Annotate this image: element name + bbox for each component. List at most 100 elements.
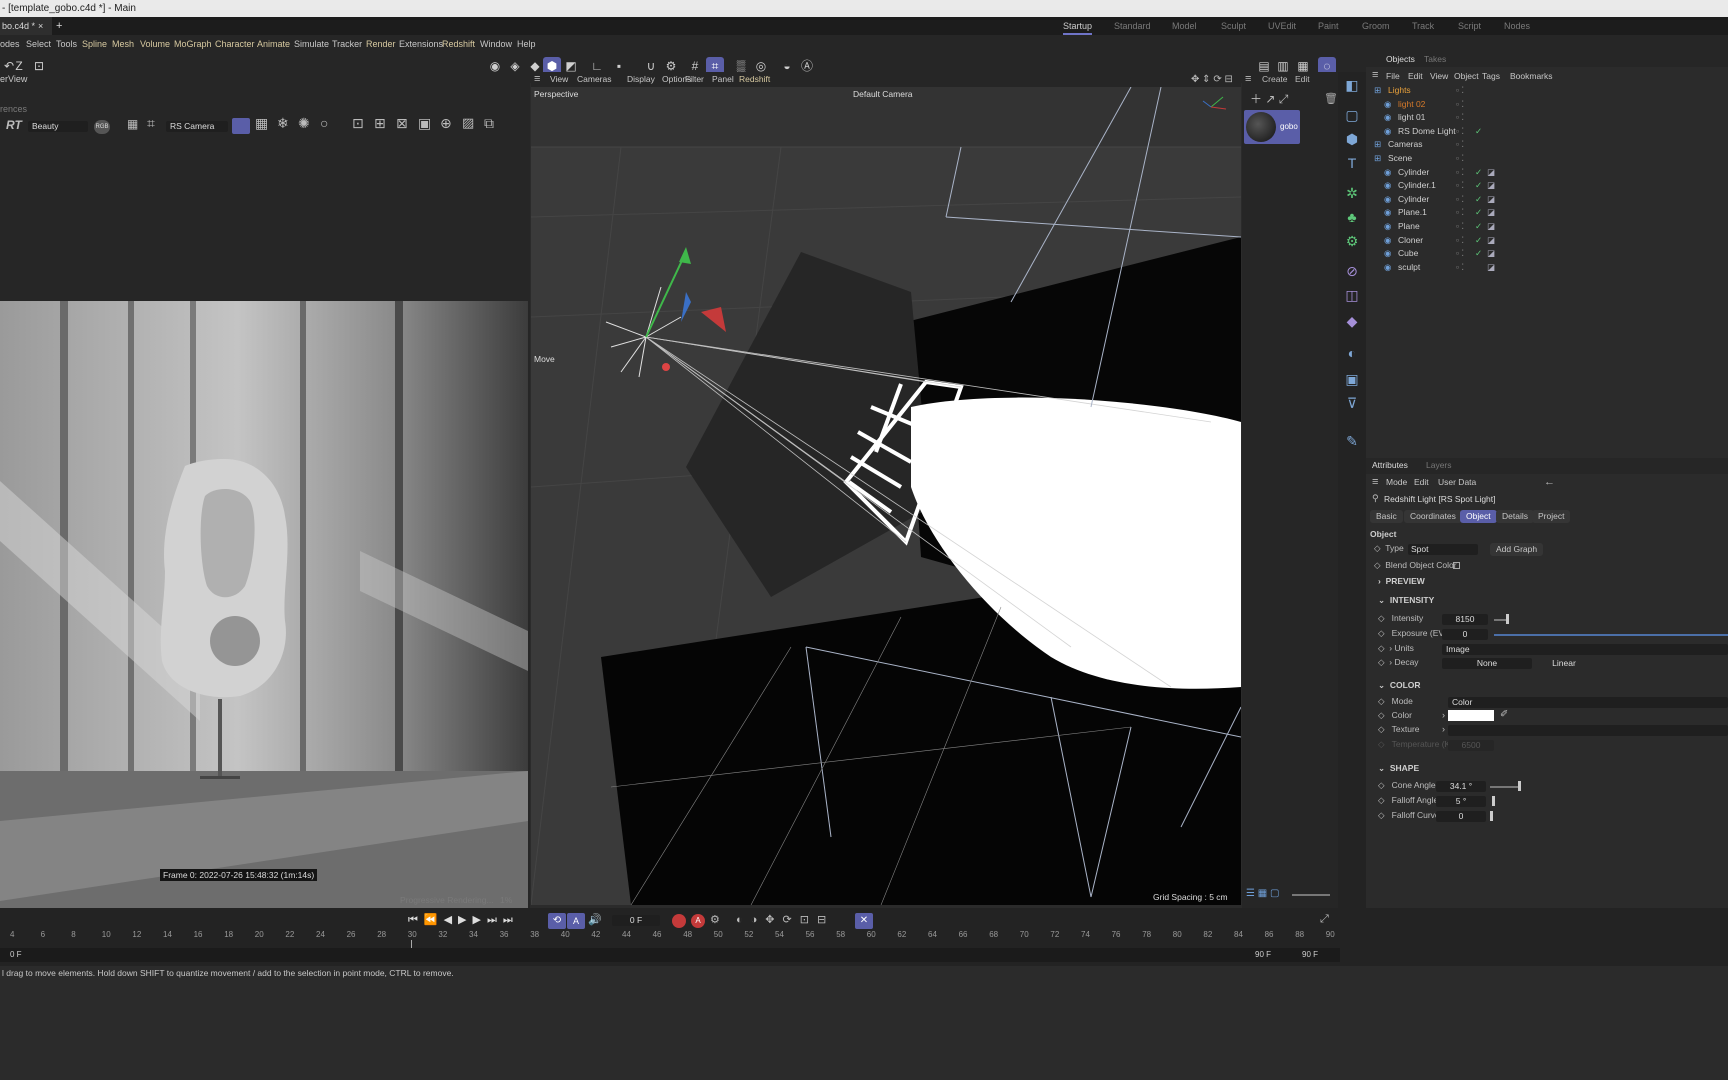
enabled-check-icon[interactable]: ✓ bbox=[1475, 166, 1482, 180]
menu-redshift[interactable]: Redshift bbox=[442, 35, 475, 53]
layout-tab-standard[interactable]: Standard bbox=[1114, 17, 1151, 35]
layout-tab-sculpt[interactable]: Sculpt bbox=[1221, 17, 1246, 35]
tag-icon[interactable]: ◪ bbox=[1487, 193, 1495, 207]
aov-select[interactable]: Beauty bbox=[28, 121, 88, 132]
decay-type-select[interactable]: Linear bbox=[1534, 658, 1594, 669]
section-preview[interactable]: › PREVIEW bbox=[1378, 576, 1425, 586]
focus-icon[interactable]: ⊡ bbox=[352, 115, 364, 132]
snapshot-icon[interactable]: ⊕ bbox=[440, 115, 452, 132]
3d-viewport[interactable]: Perspective Default Camera Move Grid Spa… bbox=[531, 87, 1241, 905]
visibility-toggle[interactable]: ▫ ⁚ bbox=[1456, 234, 1464, 248]
viewport-menu-filter[interactable]: Filter bbox=[685, 74, 704, 84]
attr-tab-details[interactable]: Details bbox=[1496, 510, 1534, 523]
camera-label[interactable]: Default Camera bbox=[853, 89, 913, 99]
cone-angle-field[interactable]: 34.1 ° bbox=[1436, 781, 1486, 792]
layout-tab-paint[interactable]: Paint bbox=[1318, 17, 1339, 35]
object-name[interactable]: Lights bbox=[1388, 84, 1411, 98]
exposure-slider[interactable] bbox=[1494, 634, 1728, 636]
viewport-menu-display[interactable]: Display bbox=[627, 74, 655, 84]
tab-objects[interactable]: Objects bbox=[1386, 54, 1415, 64]
section-color[interactable]: ⌄ COLOR bbox=[1378, 680, 1421, 691]
current-frame-field[interactable]: 0 F bbox=[612, 915, 660, 926]
object-name[interactable]: Cameras bbox=[1388, 138, 1422, 152]
menu-tracker[interactable]: Tracker bbox=[332, 35, 362, 53]
cube-primitive-icon[interactable]: ◧ bbox=[1341, 74, 1363, 96]
circle-icon[interactable]: ○ bbox=[320, 115, 328, 131]
visibility-toggle[interactable]: ▫ ⁚ bbox=[1456, 261, 1464, 275]
points-mode-icon[interactable]: ◉ bbox=[486, 57, 504, 75]
attributes-menu-edit[interactable]: Edit bbox=[1414, 477, 1429, 487]
color-swatch[interactable] bbox=[1448, 710, 1494, 721]
volume-icon[interactable]: ◆ bbox=[1341, 310, 1363, 332]
menu-mograph[interactable]: MoGraph bbox=[174, 35, 212, 53]
viewport-nav-icons[interactable]: ✥ ⇕ ⟳ ⊟ bbox=[1191, 72, 1233, 87]
tools-icon[interactable]: ✎ bbox=[1341, 430, 1363, 452]
menu-character[interactable]: Character bbox=[215, 35, 255, 53]
hamburger-icon[interactable]: ≡ bbox=[1245, 73, 1251, 85]
snowflake-icon[interactable]: ❄ bbox=[277, 115, 289, 132]
visibility-toggle[interactable]: ▫ ⁚ bbox=[1456, 247, 1464, 261]
loop-icon[interactable]: ⟲ bbox=[548, 913, 566, 929]
view-mode-icons[interactable]: ☰ ▦ ▢ bbox=[1246, 888, 1279, 899]
deformer-gear-icon[interactable]: ⚙ bbox=[1341, 230, 1363, 252]
cube-icon[interactable]: ⬢ bbox=[1341, 128, 1363, 150]
objects-menu-object[interactable]: Object bbox=[1454, 71, 1479, 81]
material-gobo[interactable]: gobo bbox=[1244, 110, 1300, 144]
text-icon[interactable]: T bbox=[1341, 152, 1363, 174]
timeline-ruler[interactable]: 4 6 8 10 12 14 16 18 20 22 24 26 28 30 32 34 36 38 40 42 44 4… bbox=[0, 930, 1340, 944]
layout-tab-model[interactable]: Model bbox=[1172, 17, 1197, 35]
object-row[interactable]: ◉ RS Dome Light ▫ ⁚ ✓ bbox=[1366, 125, 1728, 139]
autokey-icon[interactable]: A bbox=[691, 914, 705, 928]
field-icon[interactable]: ⊘ bbox=[1341, 260, 1363, 282]
blend-checkbox[interactable] bbox=[1453, 562, 1460, 569]
enabled-check-icon[interactable]: ✓ bbox=[1475, 247, 1482, 261]
falloff-angle-field[interactable]: 5 ° bbox=[1436, 796, 1486, 807]
units-select[interactable]: Image bbox=[1442, 644, 1728, 655]
tab-attributes[interactable]: Attributes bbox=[1372, 460, 1408, 470]
menu-window[interactable]: Window bbox=[480, 35, 512, 53]
mograph-icon[interactable]: ♣ bbox=[1341, 206, 1363, 228]
object-row[interactable]: ◉ Plane.1 ▫ ⁚ ✓ ◪ bbox=[1366, 206, 1728, 220]
camera-select[interactable]: RS Camera bbox=[166, 121, 228, 132]
timeline-graph-icon[interactable]: ⤢ bbox=[1320, 913, 1329, 926]
object-row[interactable]: ◉ light 01 ▫ ⁚ bbox=[1366, 111, 1728, 125]
close-tab-icon[interactable]: × bbox=[38, 17, 43, 35]
lock-camera-icon[interactable] bbox=[232, 118, 250, 134]
object-name[interactable]: Cylinder bbox=[1398, 166, 1429, 180]
sound-icon[interactable]: 🔊 bbox=[588, 913, 602, 926]
menu-extensions[interactable]: Extensions bbox=[399, 35, 443, 53]
object-row[interactable]: ◉ Cylinder ▫ ⁚ ✓ ◪ bbox=[1366, 166, 1728, 180]
object-name[interactable]: RS Dome Light bbox=[1398, 125, 1456, 139]
materials-create-menu[interactable]: Create bbox=[1262, 74, 1288, 84]
enabled-check-icon[interactable]: ✓ bbox=[1475, 125, 1482, 139]
section-shape[interactable]: ⌄ SHAPE bbox=[1378, 763, 1419, 774]
camera-icon[interactable]: ▣ bbox=[1341, 368, 1363, 390]
zoom-slider[interactable] bbox=[1292, 894, 1330, 896]
objects-menu-edit[interactable]: Edit bbox=[1408, 71, 1423, 81]
intensity-field[interactable]: 8150 bbox=[1442, 614, 1488, 625]
document-tab[interactable]: bo.c4d * × bbox=[0, 17, 52, 35]
cone-slider[interactable] bbox=[1490, 786, 1518, 788]
visibility-toggle[interactable]: ▫ ⁚ bbox=[1456, 98, 1464, 112]
menu-animate[interactable]: Animate bbox=[257, 35, 290, 53]
object-name[interactable]: light 01 bbox=[1398, 111, 1425, 125]
region-icon[interactable]: ⊠ bbox=[396, 115, 408, 132]
range-start[interactable]: 0 F bbox=[10, 950, 22, 959]
trash-icon[interactable]: 🗑 bbox=[1324, 92, 1338, 105]
visibility-toggle[interactable]: ▫ ⁚ bbox=[1456, 84, 1464, 98]
visibility-toggle[interactable]: ▫ ⁚ bbox=[1456, 138, 1464, 152]
projection-label[interactable]: Perspective bbox=[534, 89, 578, 99]
exposure-field[interactable]: 0 bbox=[1442, 629, 1488, 640]
materials-edit-menu[interactable]: Edit bbox=[1295, 74, 1310, 84]
tag-icon[interactable]: ◪ bbox=[1487, 261, 1495, 275]
visibility-toggle[interactable]: ▫ ⁚ bbox=[1456, 166, 1464, 180]
object-name[interactable]: Scene bbox=[1388, 152, 1412, 166]
hamburger-icon[interactable]: ≡ bbox=[1372, 476, 1378, 488]
menu-simulate[interactable]: Simulate bbox=[294, 35, 329, 53]
generator-icon[interactable]: ✲ bbox=[1341, 182, 1363, 204]
hamburger-icon[interactable]: ≡ bbox=[534, 72, 540, 87]
menu-select[interactable]: Select bbox=[26, 35, 51, 53]
crop-icon[interactable]: ⌗ bbox=[147, 115, 155, 132]
objects-menu-view[interactable]: View bbox=[1430, 71, 1448, 81]
menu-volume[interactable]: Volume bbox=[140, 35, 170, 53]
